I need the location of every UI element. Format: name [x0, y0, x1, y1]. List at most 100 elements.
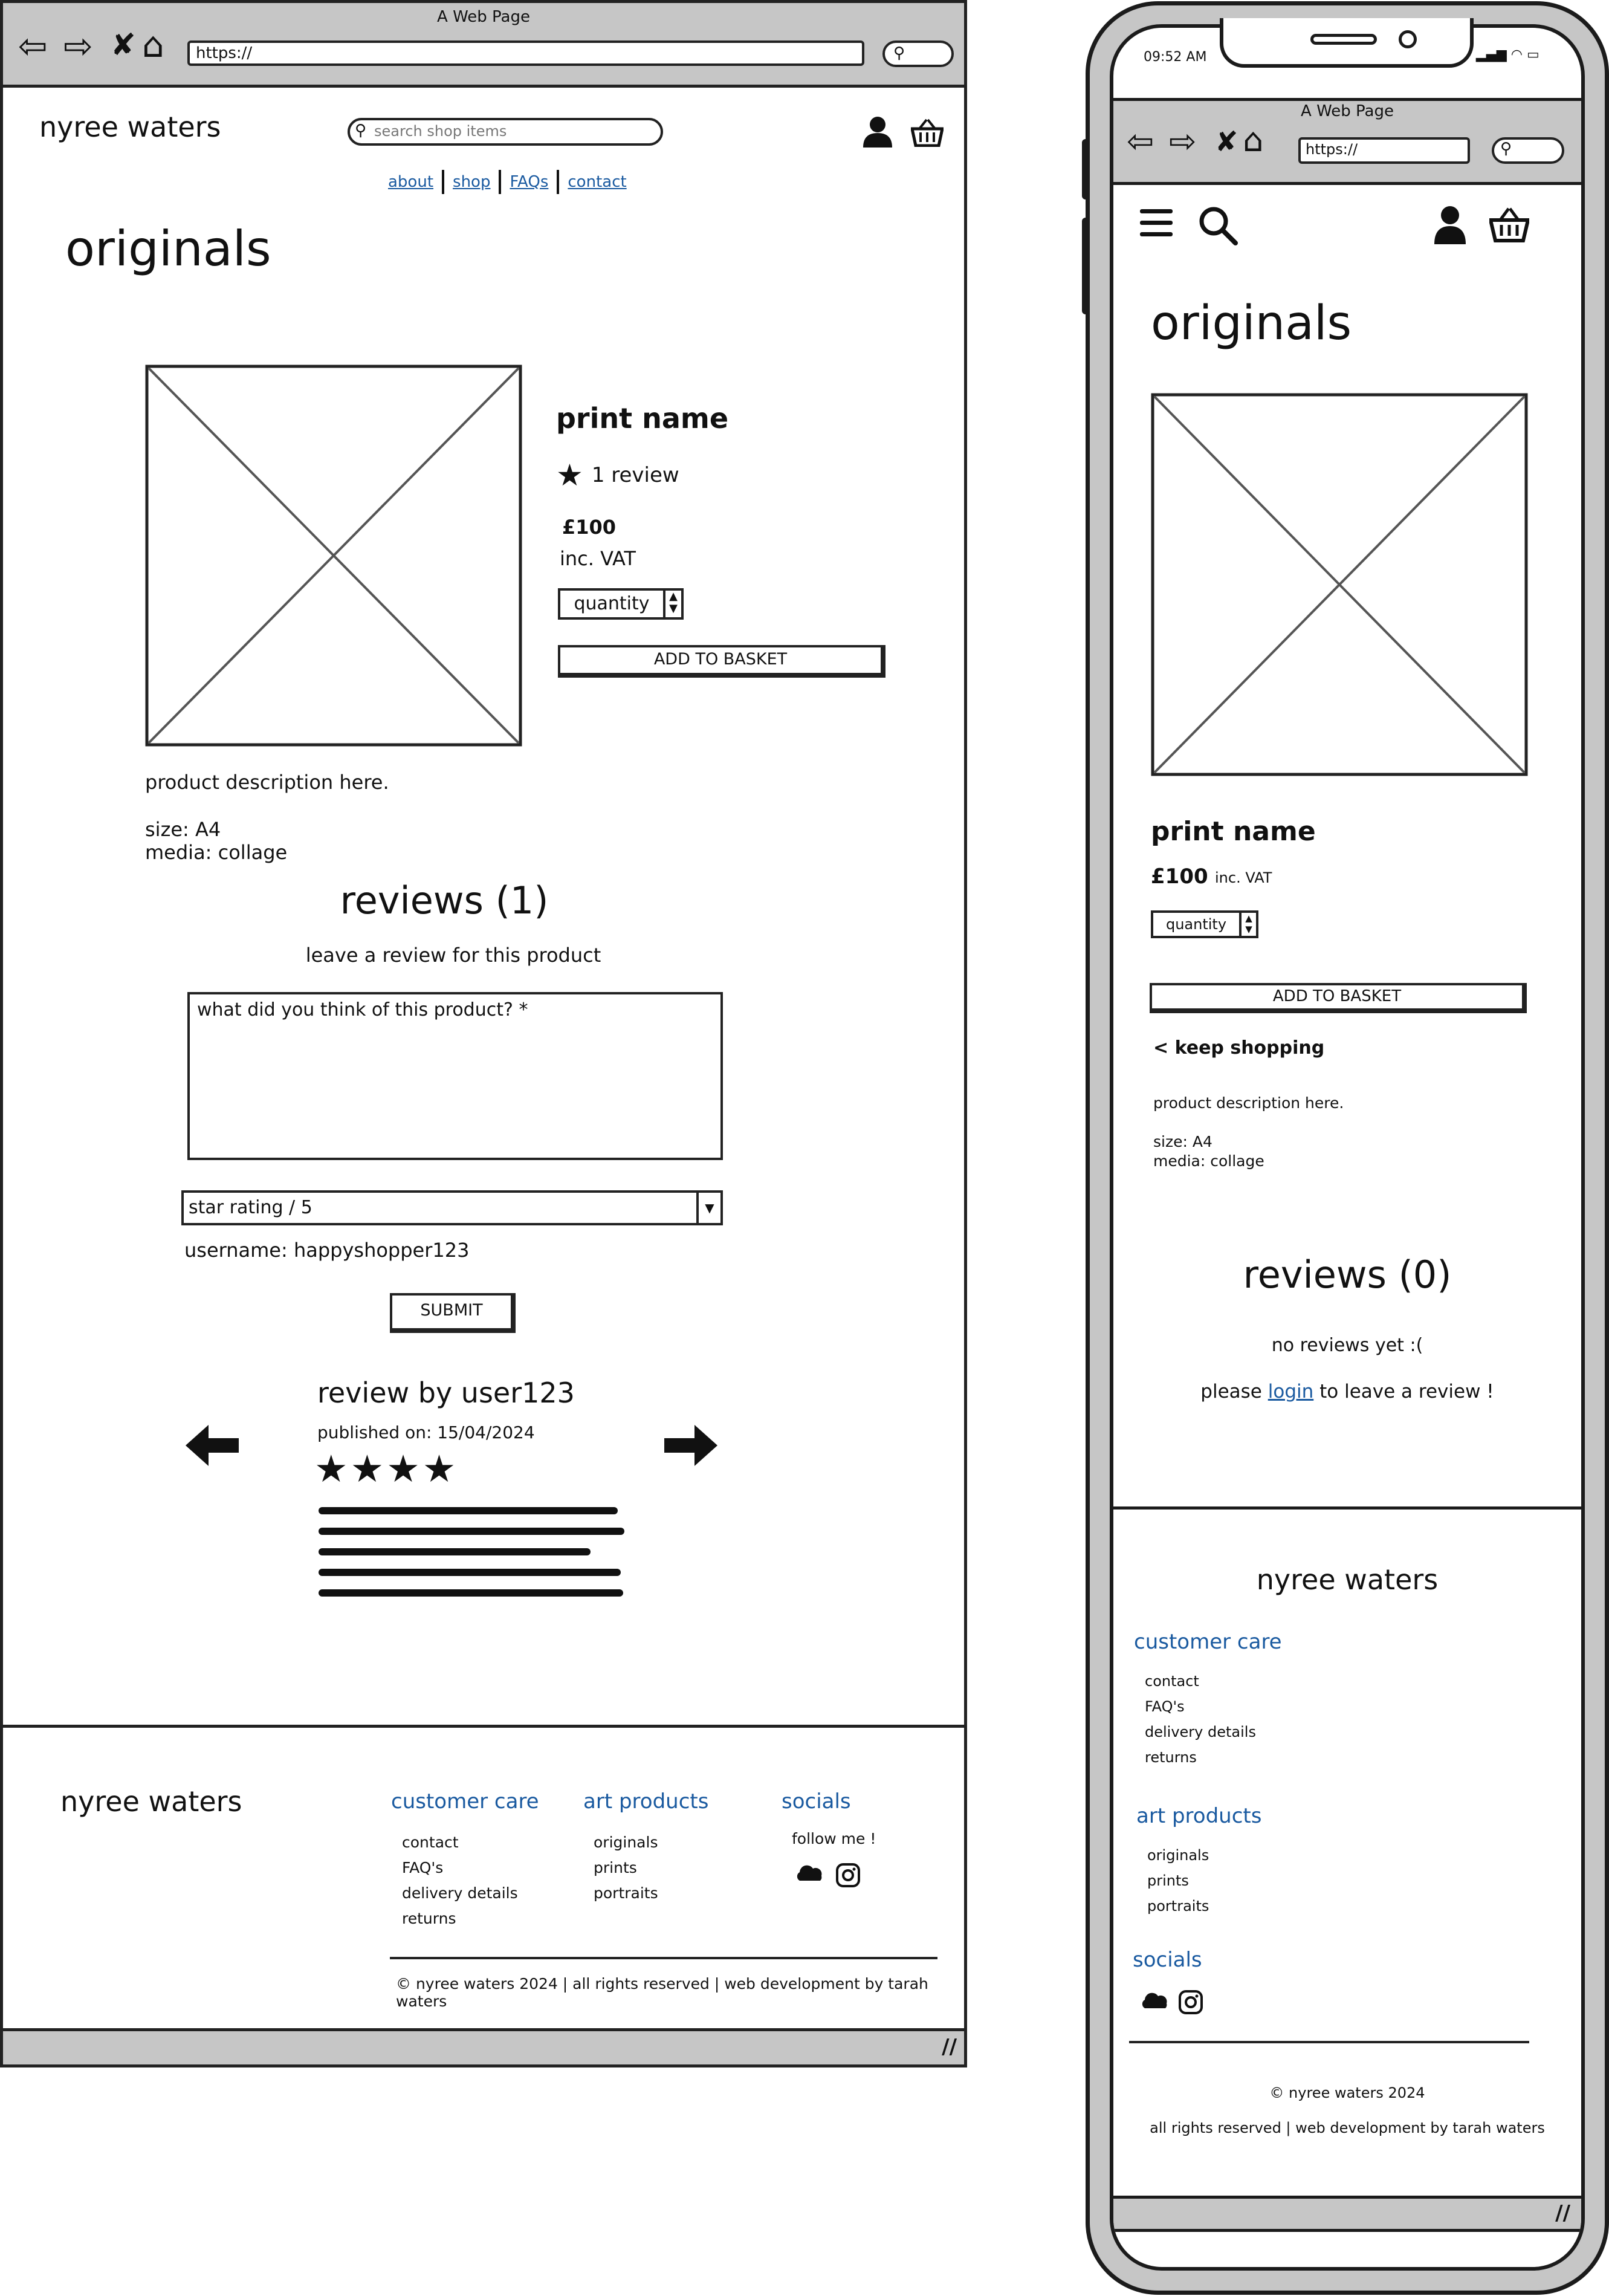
- footer-link-faqs[interactable]: FAQ's: [402, 1855, 518, 1881]
- mobile-footer-brand: nyree waters: [1256, 1563, 1439, 1596]
- forward-arrow-icon[interactable]: ⇨: [63, 28, 93, 63]
- footer-link-originals[interactable]: originals: [594, 1830, 658, 1855]
- main-nav: about shop FAQs contact: [388, 170, 627, 194]
- mobile-address-bar[interactable]: https://: [1298, 137, 1470, 164]
- stepper-arrows-icon[interactable]: ▲ ▼: [1239, 913, 1256, 936]
- search-input[interactable]: ⚲ search shop items: [348, 118, 663, 146]
- desktop-browser-window: A Web Page ⇦ ⇨ ✘ ⌂ https:// ⚲ nyree wate…: [0, 0, 967, 2067]
- nav-about[interactable]: about: [388, 173, 433, 191]
- account-icon[interactable]: [861, 115, 894, 149]
- star-rating-value: star rating / 5: [189, 1197, 312, 1218]
- chevron-down-icon[interactable]: ▼: [696, 1193, 720, 1223]
- mobile-product-name: print name: [1151, 816, 1316, 847]
- mobile-footer-link-faqs[interactable]: FAQ's: [1145, 1694, 1256, 1719]
- browser-status-bar: //: [3, 2028, 964, 2064]
- footer-copyright: © nyree waters 2024 | all rights reserve…: [396, 1975, 928, 2010]
- product-price: £100: [562, 516, 617, 539]
- stop-icon[interactable]: ✘: [1215, 124, 1238, 159]
- soundcloud-icon[interactable]: [791, 1864, 825, 1883]
- mobile-page-title: originals: [1151, 296, 1352, 351]
- mobile-add-to-basket-button[interactable]: ADD TO BASKET: [1150, 983, 1527, 1013]
- mobile-product-description: product description here.: [1153, 1094, 1344, 1112]
- resize-grip-icon[interactable]: //: [1555, 2201, 1570, 2225]
- review-title: review by user123: [317, 1377, 575, 1409]
- account-icon[interactable]: [1433, 204, 1468, 245]
- search-pill-button[interactable]: ⚲: [882, 41, 954, 67]
- soundcloud-icon[interactable]: [1136, 1991, 1170, 2011]
- product-rating[interactable]: ★ 1 review: [556, 458, 679, 493]
- home-icon[interactable]: ⌂: [1243, 123, 1263, 158]
- mobile-footer-link-returns[interactable]: returns: [1145, 1745, 1256, 1770]
- forward-arrow-icon[interactable]: ⇨: [1169, 124, 1196, 159]
- instagram-icon[interactable]: [1177, 1989, 1204, 2015]
- address-bar[interactable]: https://: [187, 41, 864, 66]
- footer-customer-care-heading: customer care: [391, 1789, 539, 1814]
- basket-icon[interactable]: [911, 118, 944, 147]
- mobile-footer-customer-care-list: contact FAQ's delivery details returns: [1145, 1668, 1256, 1770]
- footer-follow-text: follow me !: [792, 1830, 876, 1847]
- mobile-footer-link-delivery[interactable]: delivery details: [1145, 1719, 1256, 1745]
- mobile-footer-link-portraits[interactable]: portraits: [1147, 1893, 1209, 1919]
- back-arrow-icon[interactable]: ⇦: [18, 28, 48, 63]
- no-reviews-message: no reviews yet :(: [1271, 1335, 1423, 1356]
- product-media: media: collage: [145, 841, 288, 864]
- footer-customer-care-list: contact FAQ's delivery details returns: [402, 1830, 518, 1931]
- resize-grip-icon[interactable]: //: [942, 2035, 957, 2059]
- footer-link-contact[interactable]: contact: [402, 1830, 518, 1855]
- mobile-browser-toolbar: A Web Page ⇦ ⇨ ✘ ⌂ https:// ⚲: [1113, 98, 1581, 185]
- phone-camera: [1399, 30, 1417, 48]
- mobile-quantity-label: quantity: [1165, 916, 1227, 933]
- nav-shop[interactable]: shop: [453, 173, 490, 191]
- footer-art-products-heading: art products: [583, 1789, 709, 1814]
- basket-icon[interactable]: [1489, 207, 1529, 243]
- mobile-footer-link-originals[interactable]: originals: [1147, 1843, 1209, 1868]
- nav-contact[interactable]: contact: [568, 173, 626, 191]
- stepper-arrows-icon[interactable]: ▲ ▼: [663, 591, 681, 617]
- quantity-label: quantity: [574, 593, 650, 614]
- search-icon: ⚲: [355, 122, 367, 140]
- login-prompt-prefix: please: [1200, 1381, 1262, 1403]
- footer-link-portraits[interactable]: portraits: [594, 1881, 658, 1906]
- search-icon: ⚲: [893, 44, 905, 62]
- next-review-arrow-icon[interactable]: [662, 1424, 719, 1467]
- mobile-footer-link-contact[interactable]: contact: [1145, 1668, 1256, 1694]
- keep-shopping-link[interactable]: < keep shopping: [1153, 1037, 1324, 1059]
- home-icon[interactable]: ⌂: [142, 27, 164, 62]
- product-image-placeholder[interactable]: [145, 365, 522, 747]
- star-rating-select[interactable]: star rating / 5 ▼: [181, 1190, 723, 1225]
- review-username: username: happyshopper123: [184, 1239, 470, 1262]
- instagram-icon[interactable]: [835, 1862, 861, 1889]
- previous-review-arrow-icon[interactable]: [184, 1424, 241, 1467]
- footer-link-returns[interactable]: returns: [402, 1906, 518, 1931]
- back-arrow-icon[interactable]: ⇦: [1127, 124, 1154, 159]
- review-textarea-placeholder: what did you think of this product? *: [197, 999, 528, 1020]
- submit-review-button[interactable]: SUBMIT: [390, 1293, 516, 1333]
- review-textarea[interactable]: what did you think of this product? *: [187, 992, 723, 1160]
- mobile-footer-art-products-heading: art products: [1136, 1804, 1262, 1828]
- search-placeholder: search shop items: [374, 123, 507, 140]
- leave-review-prompt: leave a review for this product: [305, 944, 601, 967]
- mobile-product-image-placeholder[interactable]: [1151, 393, 1528, 776]
- footer-divider: [3, 1725, 964, 1728]
- mobile-browser-title: A Web Page: [1301, 102, 1394, 120]
- mobile-footer-rule: [1129, 2041, 1529, 2043]
- stop-icon[interactable]: ✘: [111, 27, 136, 62]
- search-icon[interactable]: [1198, 206, 1238, 245]
- quantity-stepper[interactable]: quantity ▲ ▼: [558, 588, 684, 620]
- mobile-quantity-stepper[interactable]: quantity ▲ ▼: [1151, 910, 1258, 938]
- add-to-basket-button[interactable]: ADD TO BASKET: [558, 645, 885, 678]
- footer-link-delivery[interactable]: delivery details: [402, 1881, 518, 1906]
- mobile-search-pill-button[interactable]: ⚲: [1492, 137, 1564, 164]
- login-prompt-suffix: to leave a review !: [1319, 1381, 1494, 1403]
- review-count: 1 review: [591, 463, 679, 487]
- nav-divider: [499, 170, 502, 194]
- hamburger-menu-icon[interactable]: [1140, 208, 1173, 238]
- product-description: product description here.: [145, 771, 389, 794]
- mobile-footer-link-prints[interactable]: prints: [1147, 1868, 1209, 1893]
- review-body-scribble: [319, 1507, 624, 1597]
- site-brand[interactable]: nyree waters: [39, 111, 221, 143]
- mobile-footer-divider: [1113, 1506, 1581, 1510]
- login-link[interactable]: login: [1268, 1381, 1314, 1403]
- footer-link-prints[interactable]: prints: [594, 1855, 658, 1881]
- nav-faqs[interactable]: FAQs: [510, 173, 548, 191]
